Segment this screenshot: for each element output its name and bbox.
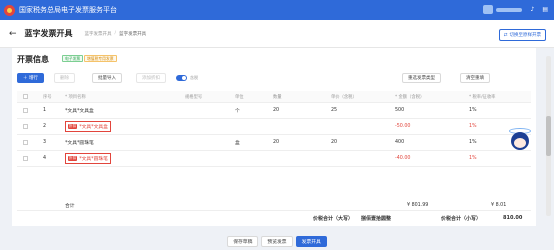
row-checkbox[interactable]: [23, 151, 28, 166]
row-price[interactable]: 20: [331, 135, 337, 150]
row-no: 1: [43, 108, 47, 113]
lower-total-label: 价税合计（小写）: [441, 215, 482, 222]
switch-mode-button[interactable]: ⇄ 切换至原样开票: [498, 29, 546, 41]
col-qty: 数量: [273, 94, 282, 100]
upper-total-label: 价税合计（大写）: [313, 215, 354, 222]
include-tax-label: 含税: [190, 75, 198, 80]
panel-title: 开票信息: [17, 55, 49, 64]
app-title: 国家税务总局电子发票服务平台: [19, 6, 117, 14]
row-qty[interactable]: 20: [273, 103, 279, 118]
scrollbar[interactable]: [546, 56, 551, 216]
add-discount-button[interactable]: 添加折扣: [136, 73, 166, 83]
discount-item-highlight: 折扣 *文具*文具盒: [65, 121, 111, 132]
batch-import-button[interactable]: 批量导入: [92, 73, 122, 83]
row-amount[interactable]: 500: [395, 103, 404, 118]
col-amount: * 金额（含税）: [395, 94, 425, 100]
total-row: 合计 ¥ 801.99 ¥ 8.01: [17, 200, 531, 211]
row-price[interactable]: 25: [331, 103, 337, 118]
table-row[interactable]: 2 折扣 *文具*文具盒 -50.00 1%: [17, 119, 531, 135]
reselect-type-button[interactable]: 重选发票类型: [402, 73, 441, 83]
row-amount[interactable]: 400: [395, 135, 404, 150]
switch-icon: ⇄: [503, 32, 508, 38]
footer-actions: 保存草稿 预览发票 发票开具: [0, 232, 554, 250]
table-body: 1 *文具*文具盒个 20 25 500 1% 2 折扣 *文具*文具盒 -50.00 1% 3 *文具…: [17, 103, 531, 167]
row-item-name[interactable]: *文具*圆珠笔: [65, 135, 94, 150]
row-unit[interactable]: 个: [235, 103, 240, 118]
invoice-kind-tag: 增值税专用发票: [84, 55, 117, 62]
page-header: ← 蓝字发票开具 蓝字发票开具 / 蓝字发票开具 ⇄ 切换至原样开票: [0, 20, 554, 48]
select-all-checkbox[interactable]: [23, 91, 28, 102]
row-no: 4: [43, 156, 47, 161]
col-name: * 项目名称: [65, 94, 86, 100]
add-row-label: 增行: [28, 76, 38, 81]
discount-item-highlight: 折扣 *文具*圆珠笔: [65, 153, 111, 164]
user-area: ♪ ▤: [483, 5, 548, 14]
tax-logo-icon: [4, 4, 15, 16]
add-row-button[interactable]: ＋ 增行: [17, 73, 44, 83]
discount-item-name: *文具*文具盒: [79, 125, 108, 130]
row-checkbox[interactable]: [23, 103, 28, 118]
discount-tag: 折扣: [68, 156, 78, 161]
invoice-type-tag: 电子发票: [62, 55, 84, 62]
row-no: 3: [43, 140, 47, 145]
preview-invoice-button[interactable]: 预览发票: [261, 235, 293, 247]
discount-item-name: *文具*圆珠笔: [79, 157, 108, 162]
table-header: 序号 * 项目名称 规格型号 单位 数量 单价（含税） * 金额（含税） * 税…: [17, 91, 531, 103]
row-rate[interactable]: 1%: [469, 119, 477, 134]
issue-invoice-button[interactable]: 发票开具: [295, 235, 327, 247]
back-arrow-icon[interactable]: ←: [9, 29, 17, 39]
discount-tag: 折扣: [68, 124, 78, 129]
table-row[interactable]: 4 折扣 *文具*圆珠笔 -40.00 1%: [17, 151, 531, 167]
summary-row: 价税合计（大写） 捌佰壹拾圆整 价税合计（小写） 810.00: [17, 212, 531, 224]
bell-icon[interactable]: ♪: [530, 6, 534, 13]
col-unit: 单位: [235, 94, 244, 100]
row-checkbox[interactable]: [23, 135, 28, 150]
table-row[interactable]: 3 *文具*圆珠笔 盒 20 20 400 1%: [17, 135, 531, 151]
switch-mode-label: 切换至原样开票: [509, 33, 542, 38]
row-rate[interactable]: 1%: [469, 135, 477, 150]
breadcrumb-separator: /: [114, 31, 117, 36]
col-spec: 规格型号: [185, 94, 203, 100]
items-table: 序号 * 项目名称 规格型号 单位 数量 单价（含税） * 金额（含税） * 税…: [17, 91, 531, 167]
row-unit[interactable]: 盒: [235, 135, 240, 150]
col-price: 单价（含税）: [331, 94, 357, 100]
row-checkbox[interactable]: [23, 119, 28, 134]
total-amount: ¥ 801.99: [407, 202, 429, 208]
row-amount[interactable]: -50.00: [395, 119, 410, 134]
user-name-placeholder[interactable]: [496, 7, 523, 12]
save-draft-button[interactable]: 保存草稿: [227, 235, 259, 247]
user-avatar[interactable]: [483, 5, 494, 14]
row-rate[interactable]: 1%: [469, 151, 477, 166]
invoice-panel: 开票信息 电子发票 增值税专用发票 ＋ 增行 删除 批量导入 添加折扣 含税 重…: [12, 48, 536, 226]
row-item-name[interactable]: *文具*文具盒: [65, 103, 94, 118]
row-amount[interactable]: -40.00: [395, 151, 410, 166]
breadcrumb-item-2: 蓝字发票开具: [119, 31, 147, 37]
include-tax-toggle[interactable]: [176, 75, 187, 81]
col-no: 序号: [43, 94, 52, 100]
page-title: 蓝字发票开具: [24, 29, 73, 38]
row-item-name[interactable]: 折扣 *文具*圆珠笔: [65, 151, 111, 166]
delete-row-button[interactable]: 删除: [54, 73, 75, 83]
row-no: 2: [43, 124, 47, 129]
table-row[interactable]: 1 *文具*文具盒 个 20 25 500 1%: [17, 103, 531, 119]
menu-icon[interactable]: ▤: [542, 6, 548, 13]
top-bar: 国家税务总局电子发票服务平台 ♪ ▤: [0, 0, 554, 20]
total-tax: ¥ 8.01: [491, 202, 507, 208]
row-item-name[interactable]: 折扣 *文具*文具盒: [65, 119, 111, 134]
clear-button[interactable]: 清空重填: [460, 73, 490, 83]
breadcrumb-item-1[interactable]: 蓝字发票开具: [85, 31, 112, 37]
col-rate: * 税率/征收率: [469, 94, 496, 100]
row-rate[interactable]: 1%: [469, 103, 477, 118]
row-qty[interactable]: 20: [273, 135, 279, 150]
assistant-mascot-icon[interactable]: [508, 128, 532, 154]
lower-total-value: 810.00: [503, 215, 523, 221]
total-label: 合计: [65, 203, 75, 209]
scrollbar-thumb[interactable]: [546, 116, 551, 156]
upper-total-value: 捌佰壹拾圆整: [361, 215, 392, 222]
